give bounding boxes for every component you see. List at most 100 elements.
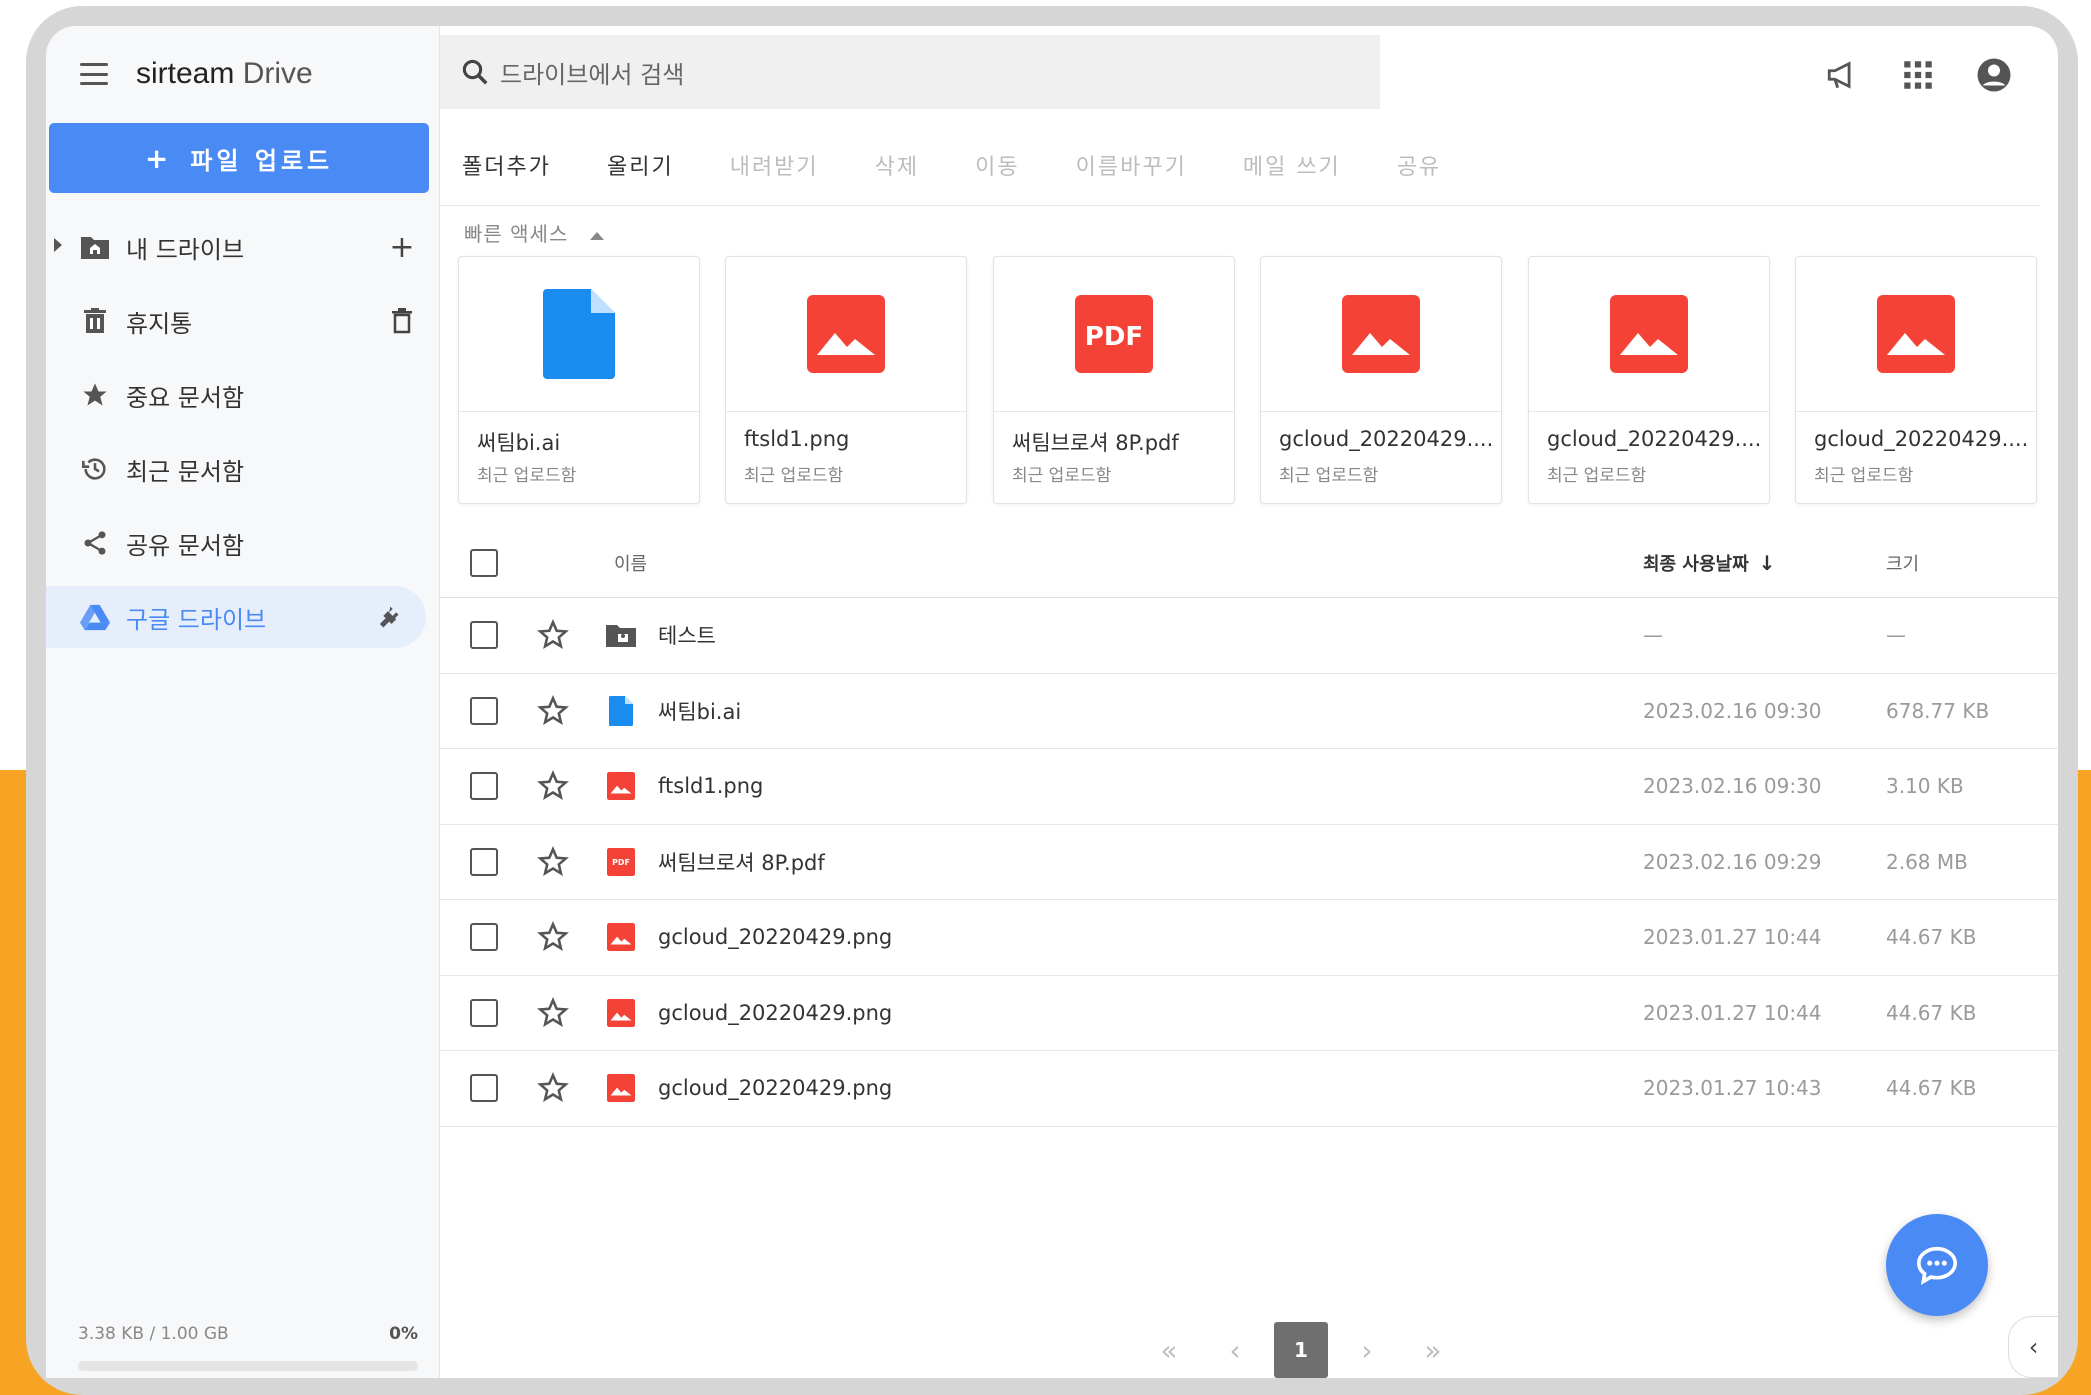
- brand-light: Drive: [242, 57, 313, 90]
- prev-page-button[interactable]: ‹: [1208, 1322, 1262, 1378]
- plug-connect-icon[interactable]: [372, 601, 404, 633]
- row-checkbox[interactable]: [470, 923, 498, 952]
- empty-trash-icon[interactable]: [386, 305, 418, 337]
- add-folder-button[interactable]: 폴더추가: [462, 149, 551, 181]
- column-date-header[interactable]: 최종 사용날짜 ↓: [1643, 550, 1775, 576]
- star-outline-icon[interactable]: [536, 920, 570, 954]
- rename-button[interactable]: 이름바꾸기: [1076, 149, 1187, 181]
- google-drive-icon: [80, 602, 110, 632]
- pagination: « ‹ 1 › »: [1142, 1322, 1472, 1378]
- first-page-button[interactable]: «: [1142, 1322, 1196, 1378]
- upload-file-button[interactable]: + 파일 업로드: [49, 123, 429, 193]
- sidebar-item-my-drive[interactable]: 내 드라이브 +: [46, 216, 440, 278]
- file-name[interactable]: 테스트: [658, 620, 716, 650]
- card-thumbnail: [1529, 257, 1769, 412]
- sidebar-item-shared[interactable]: 공유 문서함: [46, 512, 440, 574]
- card-subtitle: 최근 업로드함: [1814, 466, 1914, 486]
- quick-access-card[interactable]: gcloud_20220429.... 최근 업로드함: [1260, 256, 1502, 504]
- table-row[interactable]: gcloud_20220429.png 2023.01.27 10:44 44.…: [440, 976, 2058, 1051]
- add-folder-plus-icon[interactable]: +: [386, 230, 418, 265]
- hamburger-menu-icon[interactable]: [80, 63, 108, 85]
- row-checkbox[interactable]: [470, 772, 498, 801]
- card-name: 써팀브로셔 8P.pdf: [1012, 431, 1179, 455]
- file-name[interactable]: gcloud_20220429.png: [658, 1076, 892, 1100]
- image-file-icon: [606, 998, 636, 1028]
- row-checkbox[interactable]: [470, 998, 498, 1027]
- pdf-file-icon: PDF: [1075, 295, 1153, 373]
- sidebar-item-starred[interactable]: 중요 문서함: [46, 364, 440, 426]
- quick-access-toggle[interactable]: 빠른 액세스: [464, 218, 604, 247]
- brand-name: sirteam Drive: [136, 57, 313, 91]
- search-input[interactable]: 드라이브에서 검색: [500, 55, 684, 90]
- move-button[interactable]: 이동: [975, 149, 1019, 181]
- sidebar-item-trash[interactable]: 휴지통: [46, 290, 440, 352]
- collapse-panel-chevron-icon[interactable]: ‹: [2008, 1316, 2058, 1378]
- apps-grid-icon[interactable]: [1898, 55, 1938, 95]
- sort-descending-icon: ↓: [1758, 550, 1776, 575]
- column-name-header[interactable]: 이름: [614, 550, 647, 576]
- row-checkbox[interactable]: [470, 696, 498, 725]
- chat-button[interactable]: [1886, 1214, 1988, 1316]
- star-outline-icon[interactable]: [536, 618, 570, 652]
- search-bar[interactable]: 드라이브에서 검색: [440, 35, 1380, 109]
- table-row[interactable]: gcloud_20220429.png 2023.01.27 10:43 44.…: [440, 1051, 2058, 1127]
- image-file-icon: [807, 295, 885, 373]
- table-row[interactable]: PDF 써팀브로셔 8P.pdf 2023.02.16 09:29 2.68 M…: [440, 825, 2058, 900]
- file-date: 2023.02.16 09:30: [1643, 774, 1822, 799]
- image-file-icon: [1342, 295, 1420, 373]
- download-button[interactable]: 내려받기: [730, 149, 819, 181]
- table-row[interactable]: 테스트 — —: [440, 598, 2058, 674]
- file-name[interactable]: 써팀bi.ai: [658, 696, 741, 726]
- file-name[interactable]: ftsld1.png: [658, 774, 763, 798]
- file-name[interactable]: gcloud_20220429.png: [658, 1001, 892, 1025]
- card-name: ftsld1.png: [744, 427, 850, 451]
- expand-caret-icon[interactable]: [54, 238, 62, 252]
- star-outline-icon[interactable]: [536, 1071, 570, 1105]
- card-name: gcloud_20220429....: [1279, 427, 1494, 451]
- table-row[interactable]: ftsld1.png 2023.02.16 09:30 3.10 KB: [440, 749, 2058, 825]
- sidebar-item-label: 휴지통: [126, 309, 193, 338]
- file-size: 44.67 KB: [1886, 1076, 1977, 1101]
- send-mail-button[interactable]: 메일 쓰기: [1243, 149, 1341, 181]
- account-circle-icon[interactable]: [1974, 55, 2014, 95]
- last-page-button[interactable]: »: [1406, 1322, 1460, 1378]
- row-checkbox[interactable]: [470, 847, 498, 876]
- row-checkbox[interactable]: [470, 621, 498, 650]
- star-outline-icon[interactable]: [536, 694, 570, 728]
- trash-icon: [80, 306, 110, 336]
- file-name[interactable]: gcloud_20220429.png: [658, 925, 892, 949]
- plus-icon: +: [144, 141, 173, 175]
- file-name[interactable]: 써팀브로셔 8P.pdf: [658, 847, 825, 877]
- sidebar: sirteam Drive + 파일 업로드 내 드라이브 + 휴지통 중요 문…: [46, 26, 440, 1378]
- quick-access-card[interactable]: gcloud_20220429.... 최근 업로드함: [1795, 256, 2037, 504]
- table-row[interactable]: gcloud_20220429.png 2023.01.27 10:44 44.…: [440, 900, 2058, 976]
- row-checkbox[interactable]: [470, 1074, 498, 1103]
- image-file-icon: [606, 1073, 636, 1103]
- star-outline-icon[interactable]: [536, 845, 570, 879]
- star-outline-icon[interactable]: [536, 996, 570, 1030]
- sidebar-item-google-drive[interactable]: 구글 드라이브: [46, 586, 426, 648]
- storage-used-text: 3.38 KB / 1.00 GB: [78, 1324, 229, 1344]
- file-size: 44.67 KB: [1886, 925, 1977, 950]
- table-row[interactable]: 써팀bi.ai 2023.02.16 09:30 678.77 KB: [440, 674, 2058, 749]
- select-all-checkbox[interactable]: [470, 548, 498, 577]
- upload-button[interactable]: 올리기: [607, 149, 674, 181]
- delete-button[interactable]: 삭제: [875, 149, 919, 181]
- current-page-button[interactable]: 1: [1274, 1322, 1328, 1378]
- quick-access-card[interactable]: gcloud_20220429.... 최근 업로드함: [1528, 256, 1770, 504]
- sidebar-item-recent[interactable]: 최근 문서함: [46, 438, 440, 500]
- megaphone-icon[interactable]: [1822, 55, 1862, 95]
- sidebar-nav: 내 드라이브 + 휴지통 중요 문서함 최근 문서함 공유 문서함 구글 드라이…: [46, 216, 440, 660]
- column-date-label: 최종 사용날짜: [1643, 553, 1749, 575]
- quick-access-card[interactable]: PDF 써팀브로셔 8P.pdf 최근 업로드함: [993, 256, 1235, 504]
- share-button[interactable]: 공유: [1397, 149, 1441, 181]
- quick-access-card[interactable]: 써팀bi.ai 최근 업로드함: [458, 256, 700, 504]
- image-file-icon: [606, 922, 636, 952]
- card-name: gcloud_20220429....: [1547, 427, 1762, 451]
- column-size-header[interactable]: 크기: [1886, 550, 1919, 576]
- next-page-button[interactable]: ›: [1340, 1322, 1394, 1378]
- quick-access-card[interactable]: ftsld1.png 최근 업로드함: [725, 256, 967, 504]
- star-outline-icon[interactable]: [536, 769, 570, 803]
- folder-home-icon: [80, 232, 110, 262]
- card-thumbnail: [726, 257, 966, 412]
